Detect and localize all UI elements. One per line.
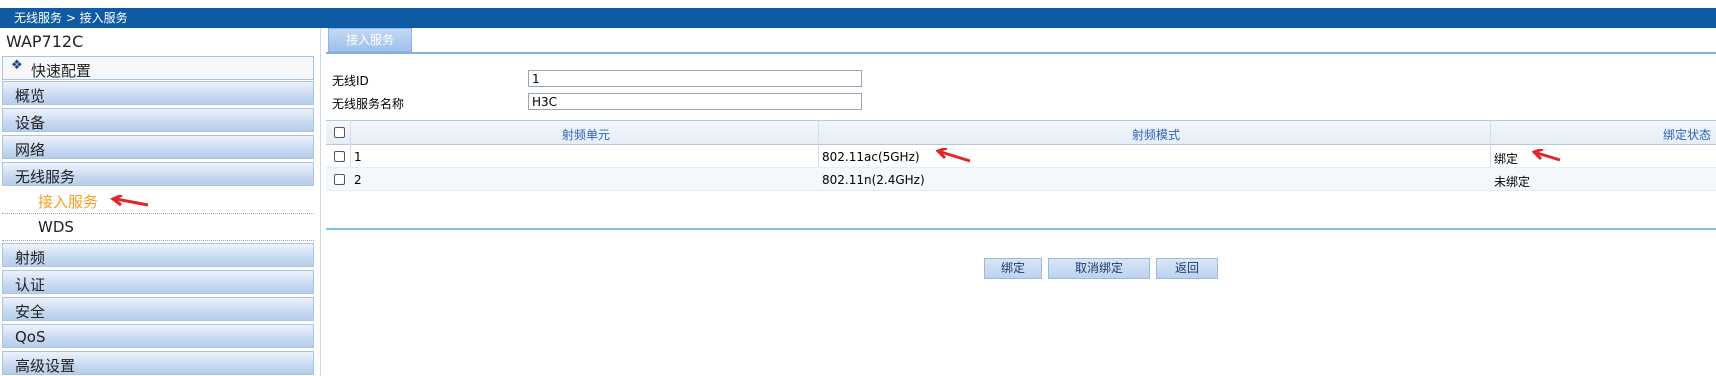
sidebar-subitem-access-service[interactable]: 接入服务 bbox=[2, 188, 314, 214]
service-name-input[interactable] bbox=[528, 93, 862, 110]
row-checkbox[interactable] bbox=[334, 151, 345, 162]
cell-radio-mode: 802.11ac(5GHz) bbox=[822, 150, 920, 164]
tab-access-service[interactable]: 接入服务 bbox=[328, 28, 412, 52]
sidebar-subitem-label: 接入服务 bbox=[38, 193, 99, 211]
sidebar-item-auth[interactable]: 认证 bbox=[2, 270, 314, 294]
cell-bind-status: 绑定 bbox=[1494, 152, 1519, 166]
cell-bind-status: 未绑定 bbox=[1494, 175, 1531, 189]
red-arrow-icon bbox=[1532, 149, 1561, 162]
table-bottom-line bbox=[326, 228, 1716, 230]
quick-config-label: 快速配置 bbox=[31, 62, 92, 80]
sidebar-item-label: 网络 bbox=[15, 141, 46, 159]
sidebar-item-label: 设备 bbox=[15, 114, 46, 132]
sidebar-item-label: 无线服务 bbox=[15, 168, 76, 186]
diamond-icon: ❖ bbox=[11, 58, 23, 73]
sidebar-item-qos[interactable]: QoS bbox=[2, 324, 314, 348]
table-row[interactable]: 1 802.11ac(5GHz) 绑定 bbox=[326, 145, 1716, 168]
bind-button[interactable]: 绑定 bbox=[984, 258, 1042, 279]
unbind-button[interactable]: 取消绑定 bbox=[1048, 258, 1150, 279]
top-strip bbox=[0, 0, 1716, 8]
sidebar-item-overview[interactable]: 概览 bbox=[2, 81, 314, 105]
sidebar-item-device[interactable]: 设备 bbox=[2, 108, 314, 132]
row-checkbox[interactable] bbox=[334, 174, 345, 185]
sidebar-item-label: 高级设置 bbox=[15, 357, 76, 375]
tab-bar: 接入服务 bbox=[326, 28, 1716, 54]
device-name: WAP712C bbox=[6, 32, 84, 51]
table-header: 射频单元 射频模式 绑定状态 bbox=[326, 120, 1716, 145]
header-radio-unit: 射频单元 bbox=[561, 128, 610, 142]
red-arrow-icon bbox=[110, 195, 149, 207]
sidebar-item-security[interactable]: 安全 bbox=[2, 297, 314, 321]
sidebar-item-label: QoS bbox=[15, 328, 46, 346]
breadcrumb: 无线服务 > 接入服务 bbox=[14, 11, 128, 25]
sidebar-item-advanced[interactable]: 高级设置 bbox=[2, 351, 314, 375]
sidebar-item-network[interactable]: 网络 bbox=[2, 135, 314, 159]
sidebar-subitem-wds[interactable]: WDS bbox=[2, 215, 314, 241]
breadcrumb-bar: 无线服务 > 接入服务 bbox=[0, 8, 1716, 28]
service-name-label: 无线服务名称 bbox=[332, 97, 405, 111]
sidebar-item-label: 射频 bbox=[15, 249, 46, 267]
table-row[interactable]: 2 802.11n(2.4GHz) 未绑定 bbox=[326, 168, 1716, 191]
back-button[interactable]: 返回 bbox=[1156, 258, 1218, 279]
wireless-id-input[interactable] bbox=[528, 70, 862, 87]
header-bind-status: 绑定状态 bbox=[1662, 128, 1711, 142]
sidebar-subitem-label: WDS bbox=[38, 218, 74, 236]
sidebar-item-label: 安全 bbox=[15, 303, 46, 321]
wireless-id-label: 无线ID bbox=[332, 74, 369, 88]
main-content: 接入服务 无线ID 无线服务名称 射频单元 射频模式 绑定状态 1 802.11… bbox=[326, 28, 1716, 376]
cell-radio-unit: 2 bbox=[354, 173, 362, 187]
sidebar: WAP712C ❖ 快速配置 概览 设备 网络 无线服务 接入服务 WDS 射频… bbox=[0, 28, 321, 376]
sidebar-item-label: 认证 bbox=[15, 276, 46, 294]
select-all-checkbox[interactable] bbox=[334, 127, 345, 138]
header-radio-mode: 射频模式 bbox=[1131, 128, 1180, 142]
sidebar-item-radio[interactable]: 射频 bbox=[2, 243, 314, 267]
sidebar-item-label: 概览 bbox=[15, 87, 46, 105]
cell-radio-unit: 1 bbox=[354, 150, 362, 164]
red-arrow-icon bbox=[936, 148, 971, 163]
cell-radio-mode: 802.11n(2.4GHz) bbox=[822, 173, 925, 187]
sidebar-item-wireless-service[interactable]: 无线服务 bbox=[2, 162, 314, 186]
quick-config-item[interactable]: ❖ 快速配置 bbox=[2, 56, 314, 80]
